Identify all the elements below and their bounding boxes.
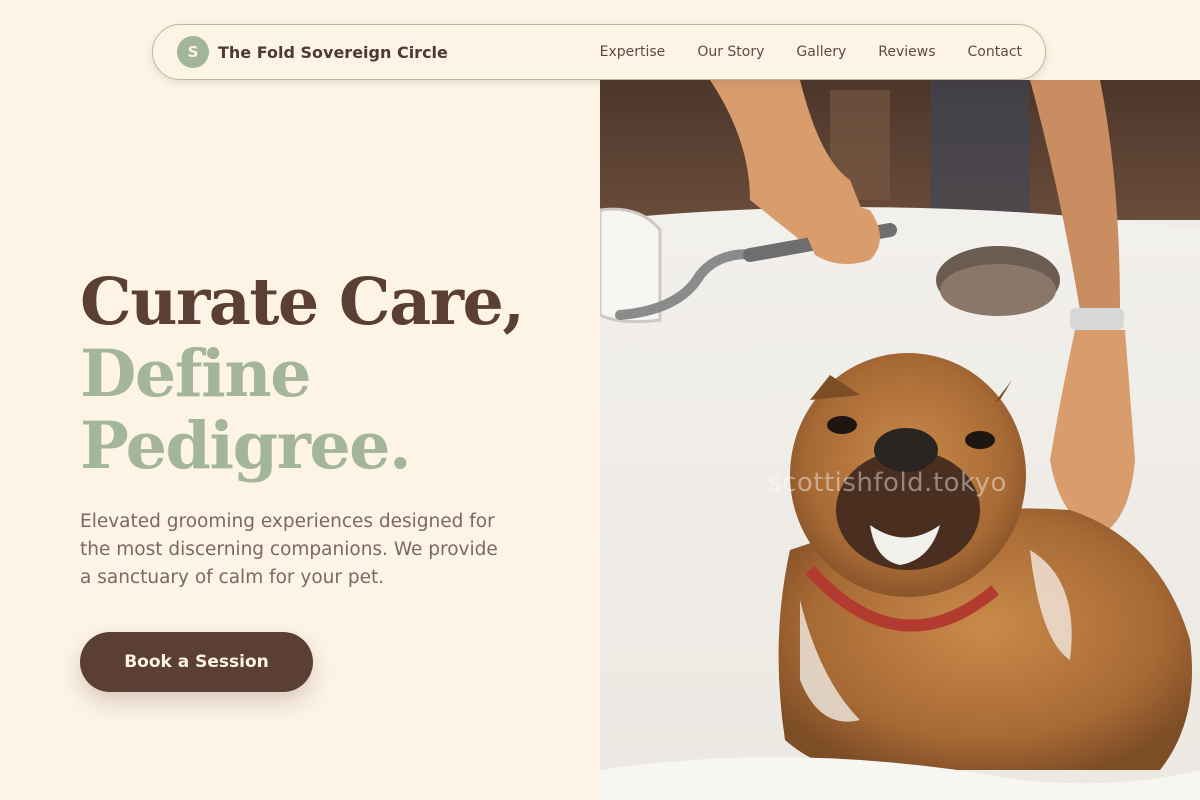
nav-link-gallery[interactable]: Gallery bbox=[796, 44, 846, 60]
hero-description: Elevated grooming experiences designed f… bbox=[80, 511, 498, 588]
nav-links: Expertise Our Story Gallery Reviews Cont… bbox=[568, 44, 1022, 60]
book-session-button[interactable]: Book a Session bbox=[80, 632, 313, 692]
brand-logo[interactable]: S The Fold Sovereign Circle bbox=[177, 36, 448, 68]
headline-line-1: Curate Care, bbox=[80, 264, 525, 340]
brand-name: The Fold Sovereign Circle bbox=[218, 42, 448, 62]
nav-link-expertise[interactable]: Expertise bbox=[600, 44, 666, 60]
nav-link-contact[interactable]: Contact bbox=[968, 44, 1022, 60]
top-navigation: S The Fold Sovereign Circle Expertise Ou… bbox=[152, 24, 1046, 80]
photo-watermark: scottishfold.tokyo bbox=[768, 468, 1007, 498]
hero-photo-dog-bath: scottishfold.tokyo bbox=[600, 80, 1200, 800]
nav-link-reviews[interactable]: Reviews bbox=[878, 44, 935, 60]
nav-link-our-story[interactable]: Our Story bbox=[697, 44, 764, 60]
headline-line-3: Pedigree. bbox=[80, 408, 412, 484]
headline-line-2: Define bbox=[80, 336, 312, 412]
brand-badge-icon: S bbox=[177, 36, 209, 68]
hero-headline: Curate Care, Define Pedigree. bbox=[80, 264, 525, 484]
landing-page: scottishfold.tokyo S The Fold Sovereign … bbox=[0, 0, 1200, 800]
